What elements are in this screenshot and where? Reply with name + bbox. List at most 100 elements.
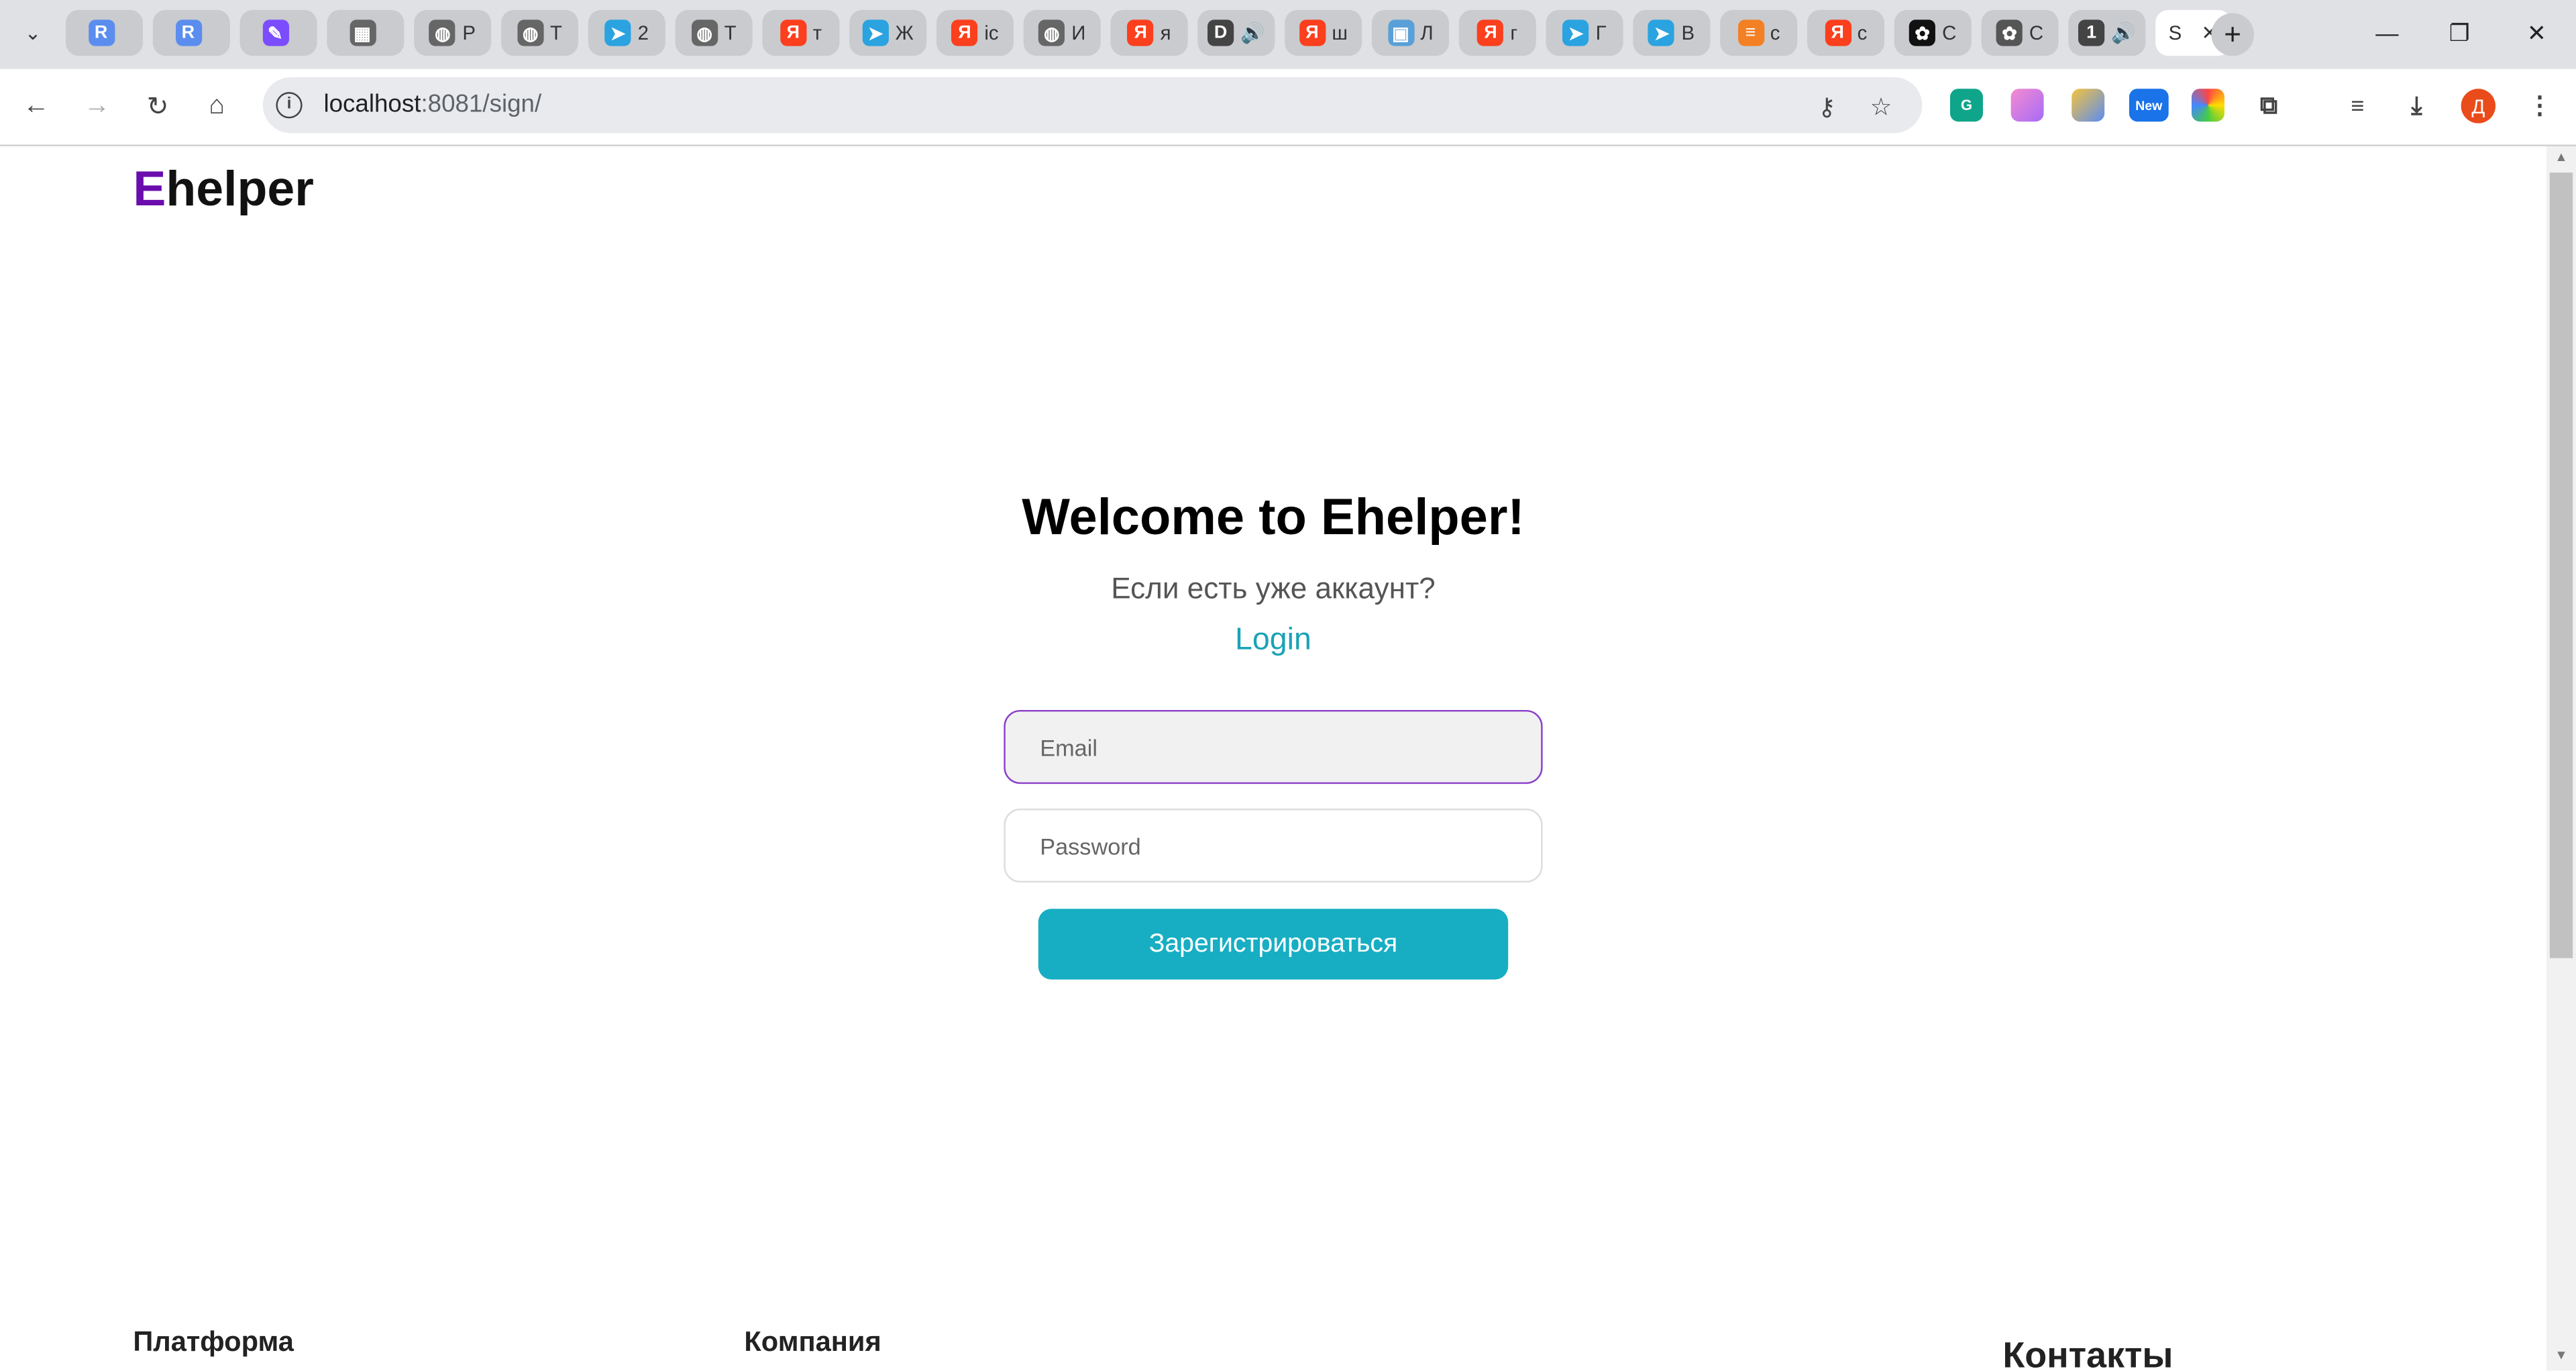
browser-tab[interactable]: ▣ Л bbox=[1371, 9, 1450, 56]
account-question: Если есть уже аккаунт? bbox=[1111, 572, 1436, 605]
r-app-icon: R bbox=[174, 19, 202, 46]
yandex-icon: Я bbox=[780, 19, 806, 46]
site-info-icon[interactable]: i bbox=[276, 92, 303, 119]
close-window-icon[interactable]: ✕ bbox=[2515, 13, 2558, 53]
browser-tab[interactable]: ◍ Р bbox=[414, 9, 492, 56]
tab-title: г bbox=[1510, 21, 1518, 45]
browser-tab[interactable]: ➤ Ж bbox=[849, 9, 927, 56]
logo-letter-e: E bbox=[133, 162, 166, 217]
download-icon[interactable]: ⤓ bbox=[2400, 89, 2433, 121]
menu-kebab-icon[interactable]: ⋮ bbox=[2524, 89, 2557, 121]
tab-title: Ж bbox=[895, 21, 914, 45]
telegram-icon: ➤ bbox=[1648, 19, 1675, 46]
globe-icon: ◍ bbox=[429, 19, 456, 46]
scroll-down-icon[interactable]: ▼ bbox=[2546, 1348, 2576, 1370]
globe-icon: ◍ bbox=[517, 19, 544, 46]
browser-tab[interactable]: ✿ С bbox=[1981, 9, 2059, 56]
tab-strip: ⌄ R R ✎ ▦ ◍ Р ◍ Т ➤ 2 ◍ Т Ят ➤ Ж Яic ◍ И Яя D 🔊 Яш ▣ Л Яг ➤ Г ➤ В ≡ с Я… bbox=[0, 0, 2576, 69]
telegram-icon: ➤ bbox=[604, 19, 631, 46]
chip-icon: ▦ bbox=[349, 19, 376, 46]
browser-tab[interactable]: Яя bbox=[1110, 9, 1188, 56]
color-extension-icon[interactable] bbox=[2072, 89, 2105, 122]
speaker-icon: D bbox=[1208, 19, 1234, 46]
forward-arrow-icon[interactable]: → bbox=[77, 87, 117, 127]
telegram-icon: ➤ bbox=[862, 19, 889, 46]
yandex-icon: Я bbox=[1824, 19, 1851, 46]
password-field[interactable] bbox=[1004, 808, 1543, 883]
tab-title: 2 bbox=[637, 21, 649, 45]
page-scrollbar[interactable]: ▲ ▼ bbox=[2546, 146, 2576, 1371]
scrollbar-thumb[interactable] bbox=[2549, 172, 2573, 958]
tab-title: 🔊 bbox=[2111, 21, 2136, 45]
browser-tab[interactable]: ➤ В bbox=[1633, 9, 1711, 56]
url-path: :8081/sign/ bbox=[421, 90, 542, 119]
profile-avatar[interactable]: Д bbox=[2461, 89, 2496, 123]
home-icon[interactable]: ⌂ bbox=[197, 87, 237, 127]
stackoverflow-icon: ≡ bbox=[1737, 19, 1764, 46]
new-tab-button[interactable]: + bbox=[2211, 13, 2255, 56]
browser-tab[interactable]: ◍ Т bbox=[675, 9, 753, 56]
grammarly-extension-icon[interactable]: G bbox=[1949, 89, 1983, 122]
browser-tab[interactable]: ✎ bbox=[239, 9, 317, 56]
chatgpt-icon: ✿ bbox=[1996, 19, 2023, 46]
speaker-icon: 1 bbox=[2078, 19, 2105, 46]
footer-platform-heading: Платформа bbox=[133, 1326, 294, 1358]
new-badge-extension-icon[interactable]: New bbox=[2129, 89, 2169, 122]
tab-title: ic bbox=[984, 21, 999, 45]
r-app-icon: R bbox=[88, 19, 115, 46]
tab-title: с bbox=[1770, 21, 1780, 45]
yandex-icon: Я bbox=[951, 19, 978, 46]
tab-title: Т bbox=[549, 21, 562, 45]
login-link[interactable]: Login bbox=[0, 623, 2546, 659]
image-icon: ▣ bbox=[1387, 19, 1414, 46]
tab-title: 🔊 bbox=[1240, 21, 1265, 45]
tab-title: т bbox=[812, 21, 822, 45]
yandex-icon: Я bbox=[1477, 19, 1504, 46]
telegram-icon: ➤ bbox=[1562, 19, 1589, 46]
address-bar[interactable]: i localhost:8081/sign/ ⚷ ☆ bbox=[262, 77, 1923, 134]
tab-title: В bbox=[1681, 21, 1695, 45]
browser-tab[interactable]: ▦ bbox=[327, 9, 405, 56]
browser-tab[interactable]: ≡ с bbox=[1720, 9, 1798, 56]
browser-tab[interactable]: D 🔊 bbox=[1197, 9, 1275, 56]
back-arrow-icon[interactable]: ← bbox=[16, 87, 56, 127]
minimize-icon[interactable]: — bbox=[2366, 13, 2409, 53]
browser-tab[interactable]: Яic bbox=[936, 9, 1014, 56]
restore-window-icon[interactable]: ❐ bbox=[2438, 13, 2481, 53]
url-text[interactable]: localhost:8081/sign/ bbox=[323, 91, 541, 119]
footer-contacts-heading: Контакты bbox=[2002, 1334, 2174, 1371]
chatgpt-icon: ✿ bbox=[1909, 19, 1936, 46]
browser-tab[interactable]: ➤ Г bbox=[1546, 9, 1623, 56]
page-title: Welcome to Ehelper! bbox=[1022, 488, 1525, 546]
browser-tab[interactable]: R bbox=[152, 9, 230, 56]
register-button[interactable]: Зарегистрироваться bbox=[1038, 909, 1509, 980]
browser-tab[interactable]: ➤ 2 bbox=[588, 9, 665, 56]
browser-tab[interactable]: ✿ С bbox=[1894, 9, 1972, 56]
page-content: Ehelper Welcome to Ehelper! Если есть уж… bbox=[0, 146, 2546, 1371]
tab-search-chevron-icon[interactable]: ⌄ bbox=[13, 13, 53, 53]
globe-icon: ◍ bbox=[691, 19, 718, 46]
media-queue-icon[interactable]: ≡ bbox=[2341, 89, 2374, 121]
bookmark-star-icon[interactable]: ☆ bbox=[1865, 91, 1898, 123]
yandex-icon: Я bbox=[1299, 19, 1326, 46]
browser-tab[interactable]: 1 🔊 bbox=[2068, 9, 2146, 56]
key-icon[interactable]: ⚷ bbox=[1811, 91, 1843, 123]
email-field[interactable] bbox=[1004, 709, 1543, 784]
color-picker-extension-icon[interactable] bbox=[2191, 89, 2224, 122]
browser-tab[interactable]: Яш bbox=[1285, 9, 1362, 56]
browser-tab[interactable]: Яг bbox=[1458, 9, 1536, 56]
gradient-extension-icon[interactable] bbox=[2010, 89, 2044, 122]
tab-title: S bbox=[2168, 21, 2182, 45]
extensions-puzzle-icon[interactable]: ⧉ bbox=[2253, 89, 2286, 121]
site-logo[interactable]: Ehelper bbox=[133, 162, 314, 218]
reload-icon[interactable]: ↻ bbox=[138, 87, 178, 127]
browser-tab[interactable]: Яс bbox=[1807, 9, 1885, 56]
browser-tab[interactable]: ◍ Т bbox=[500, 9, 579, 56]
browser-tab[interactable]: ◍ И bbox=[1023, 9, 1101, 56]
browser-tab[interactable]: R bbox=[65, 9, 144, 56]
tab-title: Р bbox=[462, 21, 476, 45]
tab-title: И bbox=[1071, 21, 1086, 45]
browser-tab[interactable]: Ят bbox=[762, 9, 840, 56]
scroll-up-icon[interactable]: ▲ bbox=[2546, 150, 2576, 172]
pen-app-icon: ✎ bbox=[262, 19, 288, 46]
